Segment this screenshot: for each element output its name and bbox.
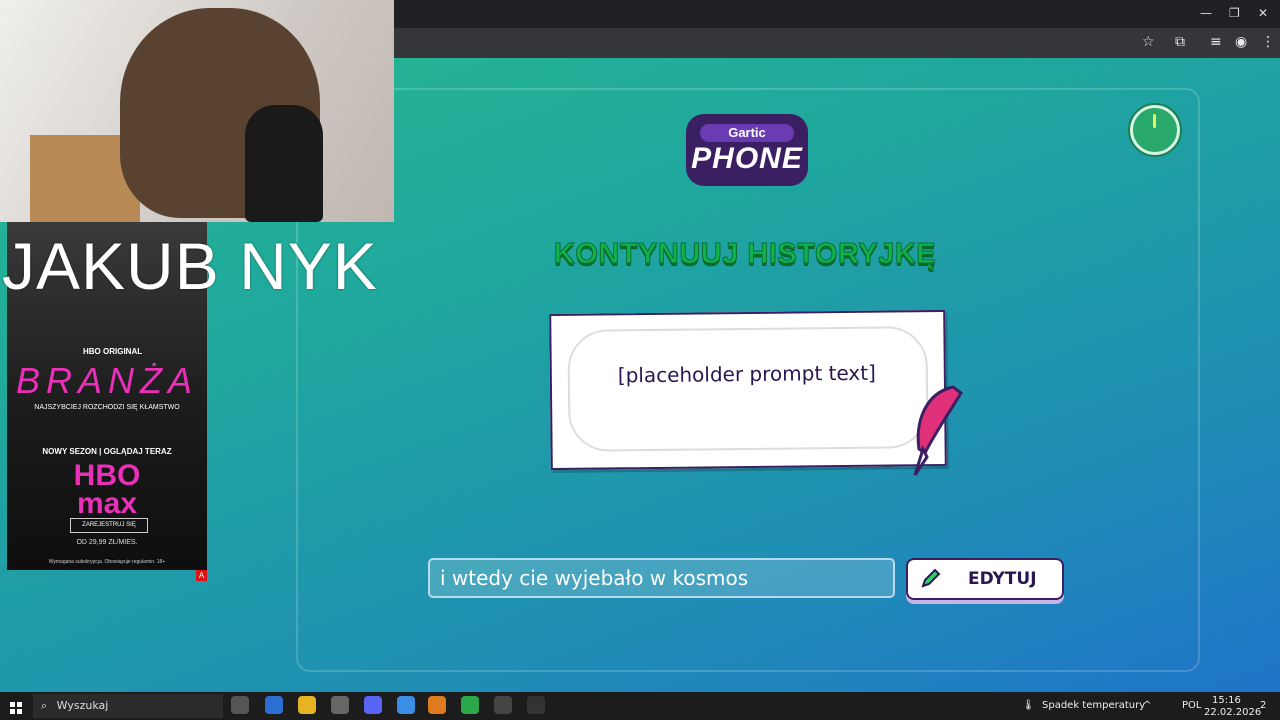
streamer-name-overlay: JAKUB NYK <box>2 229 378 303</box>
search-placeholder: Wyszukaj <box>56 699 109 712</box>
story-input[interactable]: i wtedy cie wyjebało w kosmos <box>428 558 895 598</box>
file-explorer-icon[interactable] <box>298 696 316 714</box>
ad-cta: NOWY SEZON | OGLĄDAJ TERAZ <box>42 447 172 456</box>
ad-brand-hbo: HBO <box>73 459 141 492</box>
profile-icon[interactable]: ◉ <box>1235 34 1247 50</box>
webcam-overlay <box>0 0 394 222</box>
prompt-text: [placeholder prompt text] <box>617 360 876 388</box>
restore-button[interactable]: ❐ <box>1229 6 1240 20</box>
pencil-icon <box>921 568 941 588</box>
bookmark-star-icon[interactable]: ☆ <box>1142 34 1155 50</box>
quill-icon <box>913 385 963 476</box>
close-button[interactable]: ✕ <box>1258 6 1268 20</box>
page-title: KONTYNUUJ HISTORYJKĘ <box>553 238 937 271</box>
ad-price: OD 29,99 ZŁ/MIES. <box>76 539 138 546</box>
timer-icon <box>1130 105 1180 155</box>
clock-time[interactable]: 15:16 <box>1212 695 1241 706</box>
minimize-button[interactable]: — <box>1200 6 1212 20</box>
ad-brand-max: max <box>76 487 138 520</box>
app-icon-3[interactable] <box>527 696 545 714</box>
task-view-icon[interactable] <box>231 696 249 714</box>
notifications-badge[interactable]: 2 <box>1260 700 1266 711</box>
gartic-phone-logo: Gartic PHONE <box>686 114 808 186</box>
microphone <box>245 105 323 222</box>
clock-date[interactable]: 22.02.2026 <box>1204 707 1261 718</box>
ad-fine-print: Wymagana subskrypcja. Obowiązuje regulam… <box>48 559 166 565</box>
app-icon-1[interactable] <box>331 696 349 714</box>
prompt-card-inner <box>567 326 929 452</box>
ad-register-button[interactable]: ZAREJESTRUJ SIĘ <box>70 518 148 533</box>
ad-badge: A <box>196 570 207 581</box>
edit-button-label: EDYTUJ <box>968 569 1037 589</box>
ad-subtitle: NAJSZYBCIEJ ROZCHODZI SIĘ KŁAMSTWO <box>34 404 180 411</box>
discord-icon[interactable] <box>364 696 382 714</box>
chrome-icon[interactable] <box>397 696 415 714</box>
language-indicator[interactable]: POL <box>1182 700 1201 711</box>
brave-icon[interactable] <box>428 696 446 714</box>
edit-button[interactable]: EDYTUJ <box>906 558 1064 600</box>
logo-main-text: PHONE <box>691 142 803 175</box>
search-icon: ⌕ <box>41 699 48 712</box>
taskbar-search[interactable]: ⌕ Wyszukaj <box>33 694 223 718</box>
tray-overflow-icon[interactable]: ^ <box>1143 700 1151 711</box>
terminal-icon[interactable] <box>265 696 283 714</box>
browser-menu-icon[interactable]: ⋮ <box>1261 34 1275 50</box>
extensions-icon[interactable]: ⧉ <box>1175 34 1185 50</box>
ad-brand: HBO max <box>7 459 207 520</box>
media-control-icon[interactable]: ≡ <box>1210 34 1222 50</box>
ad-hbo-original: HBO ORIGINAL <box>83 347 143 356</box>
prompt-card: [placeholder prompt text] <box>549 309 947 471</box>
obs-icon[interactable] <box>494 696 512 714</box>
app-icon-2[interactable] <box>461 696 479 714</box>
logo-top-text: Gartic <box>700 124 794 142</box>
ad-title: BRANŻA <box>15 360 199 401</box>
windows-start-icon[interactable] <box>10 699 22 714</box>
weather-text[interactable]: Spadek temperatury <box>1042 700 1145 711</box>
weather-icon[interactable]: 🌡 <box>1022 700 1035 711</box>
